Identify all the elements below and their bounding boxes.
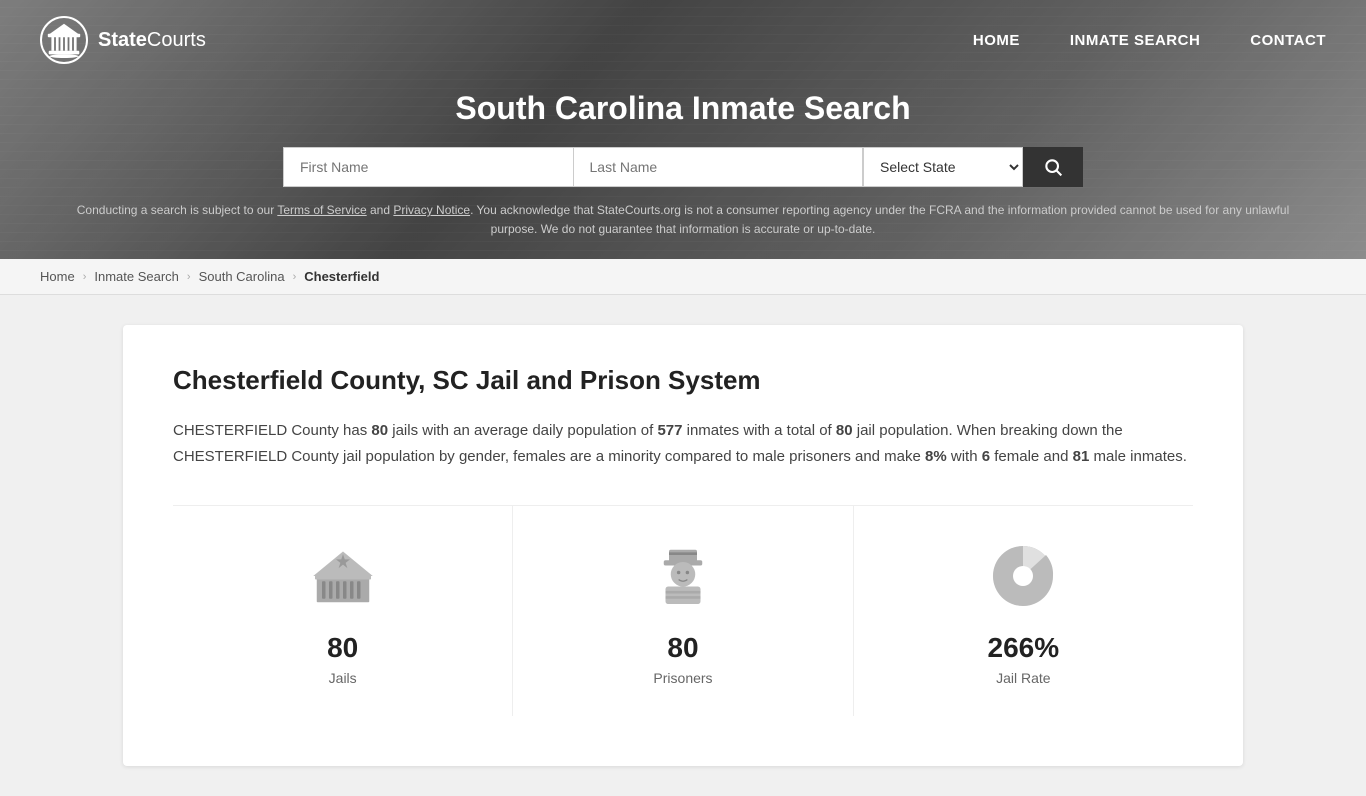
stat-prisoners: 80 Prisoners	[513, 506, 853, 716]
jail-rate-number: 266%	[988, 632, 1060, 664]
search-icon	[1043, 157, 1063, 177]
breadcrumb-inmate-search[interactable]: Inmate Search	[94, 269, 179, 284]
nav-inmate-search[interactable]: INMATE SEARCH	[1070, 32, 1200, 49]
breadcrumb: Home › Inmate Search › South Carolina › …	[0, 259, 1366, 295]
breadcrumb-sep-2: ›	[187, 271, 191, 283]
breadcrumb-sep-1: ›	[83, 271, 87, 283]
breadcrumb-state[interactable]: South Carolina	[199, 269, 285, 284]
prisoners-label: Prisoners	[653, 670, 712, 686]
stats-row: 80 Jails	[173, 505, 1193, 716]
state-select[interactable]: Select State South Carolina	[863, 147, 1023, 187]
stat-jails: 80 Jails	[173, 506, 513, 716]
breadcrumb-home[interactable]: Home	[40, 269, 75, 284]
rate-icon	[983, 536, 1063, 616]
disclaimer-text: Conducting a search is subject to our Te…	[0, 201, 1366, 239]
page-title: South Carolina Inmate Search	[0, 90, 1366, 127]
prisoners-number: 80	[667, 632, 698, 664]
breadcrumb-sep-3: ›	[293, 271, 297, 283]
logo-text: StateCourts	[98, 29, 206, 52]
search-button[interactable]	[1023, 147, 1083, 187]
search-form: Select State South Carolina	[283, 147, 1083, 187]
stat-jail-rate: 266% Jail Rate	[854, 506, 1193, 716]
prisoner-icon	[643, 536, 723, 616]
main-content: Chesterfield County, SC Jail and Prison …	[103, 325, 1263, 766]
terms-link[interactable]: Terms of Service	[277, 203, 366, 217]
first-name-input[interactable]	[283, 147, 573, 187]
nav-contact[interactable]: CONTACT	[1250, 32, 1326, 49]
jails-label: Jails	[329, 670, 357, 686]
navigation: StateCourts HOME INMATE SEARCH CONTACT	[0, 0, 1366, 80]
content-card: Chesterfield County, SC Jail and Prison …	[123, 325, 1243, 766]
jail-icon	[303, 536, 383, 616]
logo[interactable]: StateCourts	[40, 16, 206, 64]
logo-icon	[40, 16, 88, 64]
content-title: Chesterfield County, SC Jail and Prison …	[173, 365, 1193, 396]
nav-home[interactable]: HOME	[973, 32, 1020, 49]
privacy-link[interactable]: Privacy Notice	[393, 203, 470, 217]
jails-number: 80	[327, 632, 358, 664]
breadcrumb-current: Chesterfield	[304, 269, 379, 284]
content-description: CHESTERFIELD County has 80 jails with an…	[173, 418, 1193, 469]
last-name-input[interactable]	[573, 147, 864, 187]
nav-links: HOME INMATE SEARCH CONTACT	[973, 32, 1326, 49]
jail-rate-label: Jail Rate	[996, 670, 1050, 686]
